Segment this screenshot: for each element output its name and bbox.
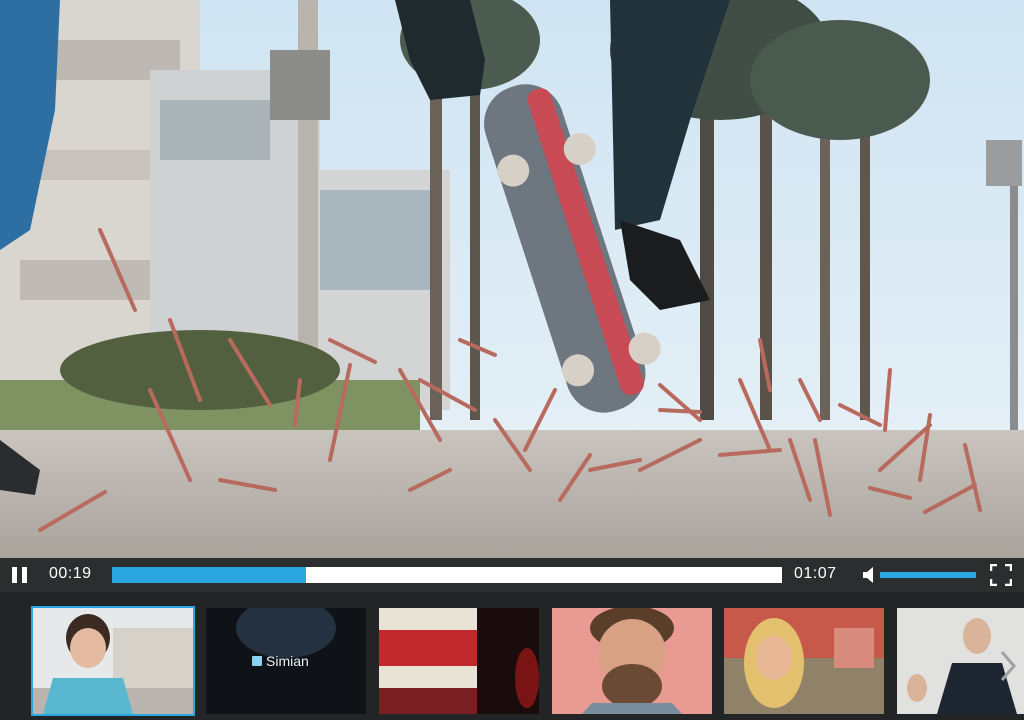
- thumbnail-item[interactable]: [31, 606, 195, 716]
- volume-slider[interactable]: [880, 572, 976, 578]
- fullscreen-button[interactable]: [989, 563, 1013, 587]
- volume-icon: [863, 567, 873, 583]
- next-thumbnails-button[interactable]: [996, 646, 1020, 686]
- thumbnail-item[interactable]: Simian: [206, 608, 366, 714]
- thumbnail-image: [379, 608, 539, 714]
- thumbnail-item[interactable]: [552, 608, 712, 714]
- thumbnail-item[interactable]: [724, 608, 884, 714]
- pause-button[interactable]: [12, 567, 30, 583]
- chevron-right-icon: [1000, 651, 1016, 681]
- video-frame[interactable]: [0, 0, 1024, 558]
- mute-button[interactable]: [862, 567, 880, 583]
- thumbnail-image: [724, 608, 884, 714]
- video-player: 00:19 01:07 Simian: [0, 0, 1024, 720]
- thumbnail-image: [33, 608, 193, 714]
- duration-time: 01:07: [794, 565, 837, 582]
- thumbnail-image: [552, 608, 712, 714]
- seek-bar[interactable]: [112, 567, 782, 583]
- control-bar: 00:19 01:07: [0, 558, 1024, 592]
- simian-logo: Simian: [252, 653, 309, 669]
- seek-bar-fill: [112, 567, 307, 583]
- current-time: 00:19: [49, 565, 92, 582]
- thumbnail-strip: Simian: [0, 592, 1024, 720]
- fullscreen-icon: [989, 563, 1013, 587]
- thumbnail-item[interactable]: [379, 608, 539, 714]
- video-scene: [0, 0, 1024, 558]
